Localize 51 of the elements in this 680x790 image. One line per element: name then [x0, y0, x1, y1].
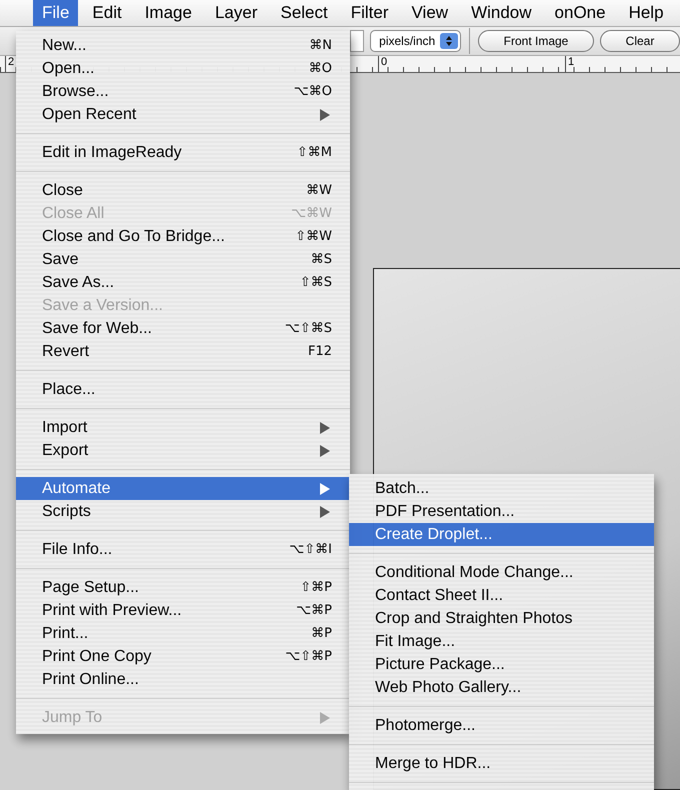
menu-item[interactable]: Batch... [349, 477, 654, 500]
menu-item[interactable]: Save ⌘S [16, 248, 350, 271]
menu-item[interactable]: Print Online... [16, 668, 350, 691]
option-button[interactable]: Clear [600, 30, 680, 52]
menu-item[interactable]: Web Photo Gallery... [349, 676, 654, 699]
menu-title[interactable]: Filter [342, 0, 398, 26]
menu-item[interactable]: Open... ⌘O [16, 57, 350, 80]
menu-item[interactable]: Merge to HDR... [349, 752, 654, 775]
option-button[interactable]: Front Image [478, 30, 594, 52]
input-field[interactable] [350, 30, 364, 52]
stepper-icon [440, 32, 458, 49]
menu-item[interactable]: Browse... ⌥⌘O [16, 80, 350, 103]
menu-item[interactable]: Edit in ImageReady ⇧⌘M [16, 141, 350, 164]
menu-item[interactable]: Fit Image... [349, 630, 654, 653]
menu-title[interactable]: Edit [83, 0, 131, 26]
menu-item[interactable]: Save As... ⇧⌘S [16, 271, 350, 294]
menu-item[interactable]: Import [16, 416, 350, 439]
menu-item[interactable]: PDF Presentation... [349, 500, 654, 523]
menu-item[interactable]: Automate [16, 477, 350, 500]
menu-item[interactable]: Open Recent [16, 103, 350, 126]
menu-item[interactable]: Save for Web... ⌥⇧⌘S [16, 317, 350, 340]
menu-item[interactable]: Picture Package... [349, 653, 654, 676]
menu-title[interactable]: View [402, 0, 458, 26]
menu-title[interactable]: Image [136, 0, 201, 26]
menu-item[interactable]: Print... ⌘P [16, 622, 350, 645]
menu-item[interactable]: Create Droplet... [349, 523, 654, 546]
menu-item[interactable]: Print with Preview... ⌥⌘P [16, 599, 350, 622]
menu-item[interactable]: Crop and Straighten Photos [349, 607, 654, 630]
ruler-label: 1 [567, 56, 574, 68]
menu-item[interactable]: Revert F12 [16, 340, 350, 363]
menu-title[interactable]: Help [620, 0, 673, 26]
ruler-label: 0 [380, 56, 388, 68]
menu-title[interactable]: Window [462, 0, 541, 26]
menu-item[interactable]: Close and Go To Bridge... ⇧⌘W [16, 225, 350, 248]
menu-title[interactable]: Select [271, 0, 337, 26]
menu-item[interactable]: File Info... ⌥⇧⌘I [16, 538, 350, 561]
menu-item[interactable]: Scripts [16, 500, 350, 523]
menu-item[interactable]: Print One Copy ⌥⇧⌘P [16, 645, 350, 668]
menu-item[interactable]: Close ⌘W [16, 179, 350, 202]
unit-dropdown[interactable]: pixels/inch [370, 30, 462, 52]
menu-item[interactable]: Page Setup... ⇧⌘P [16, 576, 350, 599]
menu-title[interactable]: Layer [206, 0, 266, 26]
menu-item[interactable]: Photomerge... [349, 714, 654, 737]
menu-title[interactable]: onOne [546, 0, 615, 26]
ruler-label: 2 [7, 56, 14, 68]
menu-item[interactable]: Conditional Mode Change... [349, 561, 654, 584]
menu-item[interactable]: Place... [16, 378, 350, 401]
menu-item[interactable]: Contact Sheet II... [349, 584, 654, 607]
menu-title[interactable]: File [33, 0, 78, 26]
menu-item[interactable]: Export [16, 439, 350, 462]
menu-item[interactable]: New... ⌘N [16, 34, 350, 57]
